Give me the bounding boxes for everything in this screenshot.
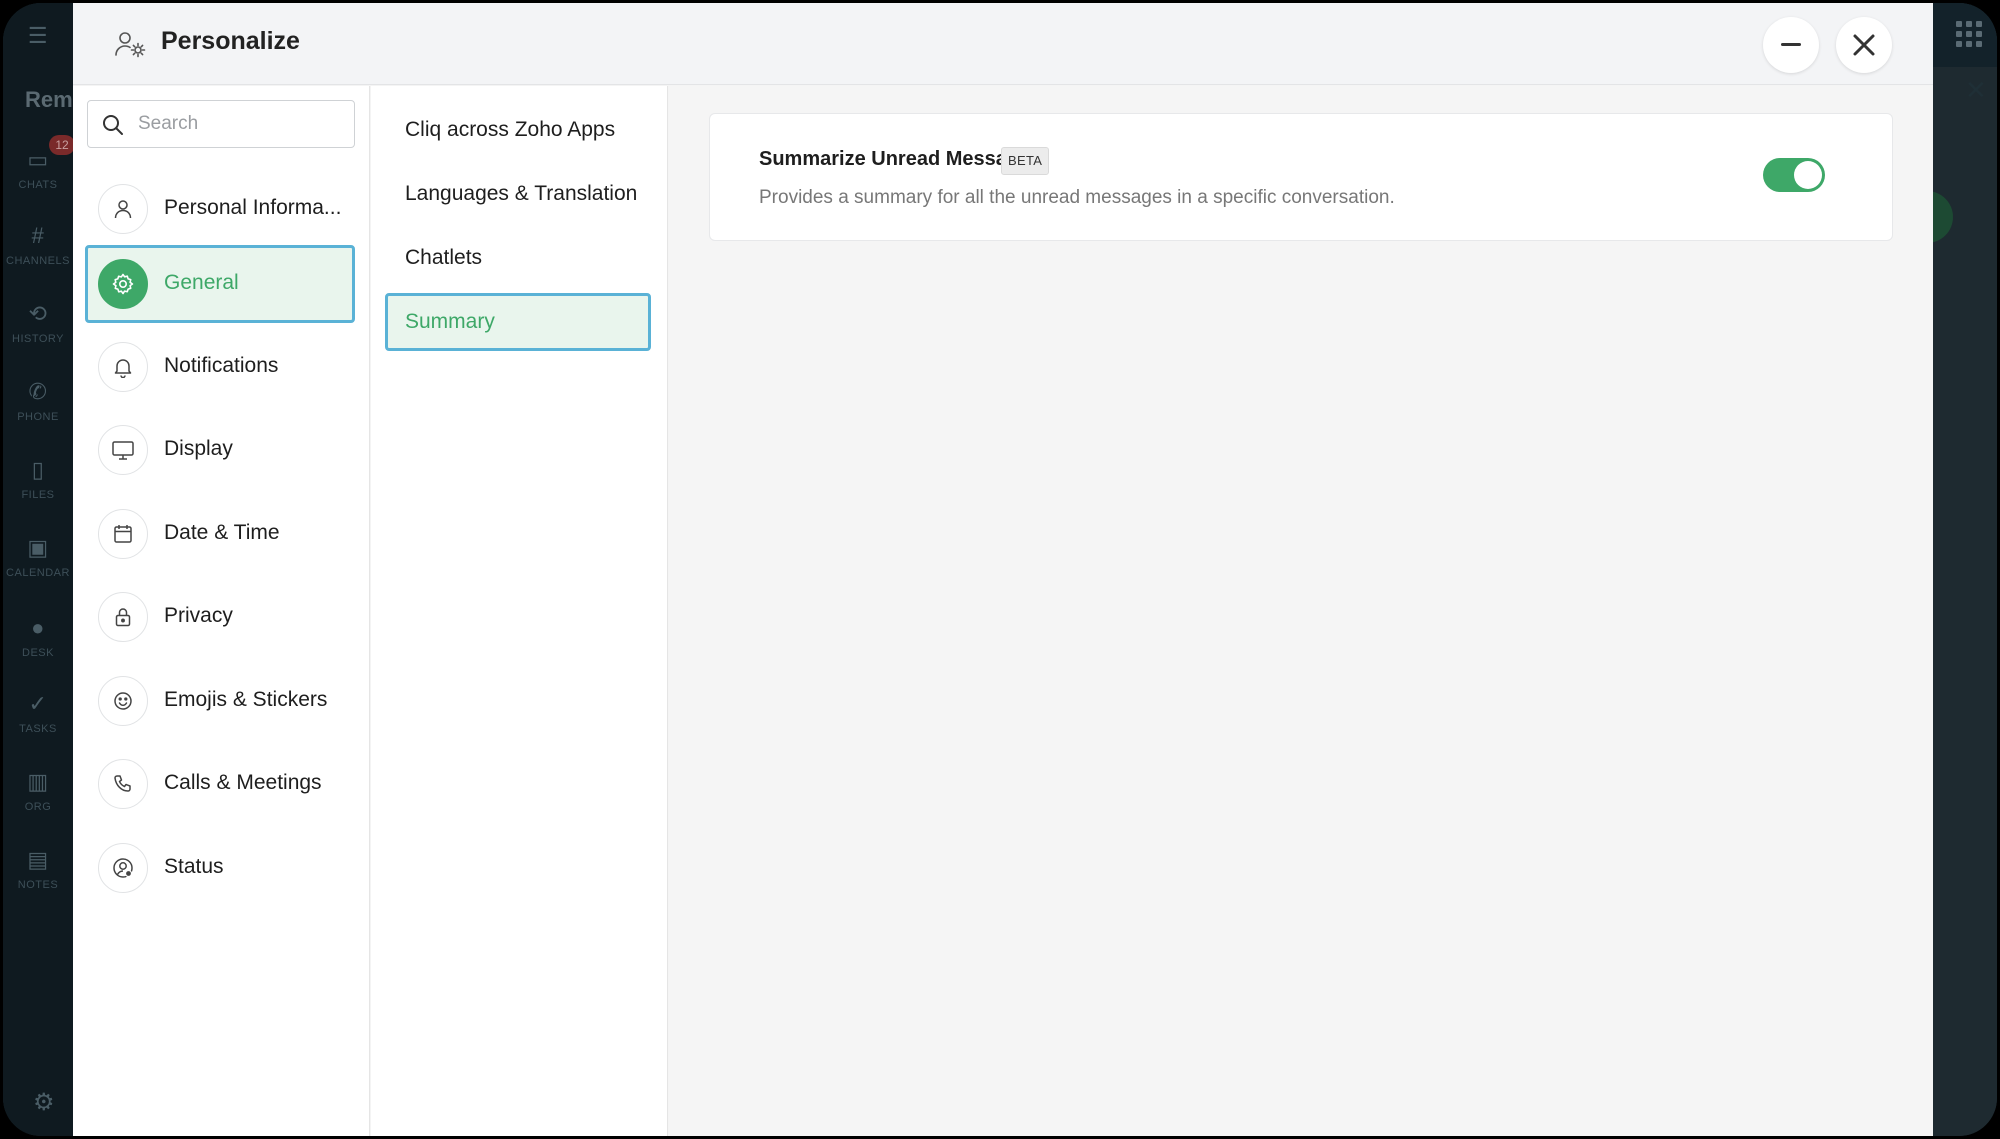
modal-title: Personalize <box>161 27 300 55</box>
nav-item-privacy[interactable]: Privacy <box>85 578 355 656</box>
search-box <box>87 100 355 148</box>
search-icon <box>103 115 123 135</box>
subnav-item-label: Summary <box>405 310 495 333</box>
settings-nav: Personal Informa... General Notification… <box>73 86 370 1136</box>
subnav-item-summary[interactable]: Summary <box>385 293 651 351</box>
beta-badge: BETA <box>1001 147 1050 175</box>
search-input[interactable] <box>138 111 338 137</box>
bell-icon <box>98 342 148 392</box>
personalize-modal: Personalize Personal Informa... <box>73 3 1933 1136</box>
subnav-item-label: Languages & Translation <box>405 182 638 205</box>
background-app-rail: ☰ Rem ▭ CHATS 12 # CHANNELS ⟲ HISTORY ✆ PHON… <box>3 3 75 1136</box>
setting-description: Provides a summary for all the unread me… <box>759 187 1395 208</box>
toggle-knob <box>1794 161 1822 189</box>
calendar-icon <box>98 509 148 559</box>
nav-item-label: Display <box>164 437 233 460</box>
background-app-right <box>1933 3 1997 1136</box>
rail-org: ▥ ORG <box>24 769 52 813</box>
apps-grid-icon <box>1956 21 1982 47</box>
rail-notes: ▤ NOTES <box>17 847 59 891</box>
user-status-icon <box>98 843 148 893</box>
nav-item-notifications[interactable]: Notifications <box>85 328 355 406</box>
modal-header: Personalize <box>73 3 1933 85</box>
setting-title: Summarize Unread Messages <box>759 148 1042 170</box>
subnav-item-chatlets[interactable]: Chatlets <box>385 229 651 287</box>
subnav-item-cliq-across-zoho-apps[interactable]: Cliq across Zoho Apps <box>385 101 651 159</box>
minus-icon <box>1781 43 1801 46</box>
summarize-toggle[interactable] <box>1763 158 1825 192</box>
nav-item-calls-meetings[interactable]: Calls & Meetings <box>85 745 355 823</box>
nav-item-label: Personal Informa... <box>164 196 342 219</box>
nav-item-label: Privacy <box>164 604 233 627</box>
rail-tasks: ✓ TASKS <box>19 691 57 735</box>
background-app-title: Rem <box>25 87 73 112</box>
subnav-item-label: Chatlets <box>405 246 483 269</box>
rail-desk: ● DESK <box>22 615 54 659</box>
nav-item-emojis-stickers[interactable]: Emojis & Stickers <box>85 662 355 740</box>
close-button[interactable] <box>1836 17 1892 73</box>
rail-phone: ✆ PHONE <box>17 379 59 423</box>
background-settings-icon: ⚙ <box>33 1089 55 1116</box>
nav-item-general[interactable]: General <box>85 245 355 323</box>
nav-item-display[interactable]: Display <box>85 411 355 489</box>
summarize-setting-card: Summarize Unread Messages BETA Provides … <box>709 113 1893 241</box>
personalize-icon <box>115 32 146 58</box>
nav-item-label: Notifications <box>164 354 279 377</box>
background-close-icon: ✕ <box>1965 75 1987 105</box>
menu-icon: ☰ <box>27 23 49 48</box>
user-icon <box>98 184 148 234</box>
rail-calendar: ▣ CALENDAR <box>6 535 70 579</box>
lock-icon <box>98 592 148 642</box>
minimize-button[interactable] <box>1763 17 1819 73</box>
rail-channels: # CHANNELS <box>6 223 70 267</box>
nav-item-label: Emojis & Stickers <box>164 688 328 711</box>
close-icon <box>1853 34 1875 56</box>
nav-item-label: Calls & Meetings <box>164 771 322 794</box>
monitor-icon <box>98 425 148 475</box>
subnav-item-label: Cliq across Zoho Apps <box>405 118 616 141</box>
rail-files: ▯ FILES <box>21 457 55 501</box>
screen-frame: ☰ Rem ▭ CHATS 12 # CHANNELS ⟲ HISTORY ✆ PHON… <box>3 3 1997 1136</box>
gear-icon <box>98 259 148 309</box>
nav-item-label: Date & Time <box>164 521 280 544</box>
nav-item-status[interactable]: Status <box>85 829 355 907</box>
chats-unread-badge: 12 <box>49 135 75 155</box>
settings-content: Summarize Unread Messages BETA Provides … <box>669 86 1933 1136</box>
smiley-icon <box>98 676 148 726</box>
nav-item-label: Status <box>164 855 224 878</box>
nav-item-date-time[interactable]: Date & Time <box>85 495 355 573</box>
general-subnav: Cliq across Zoho Apps Languages & Transl… <box>371 86 668 1136</box>
subnav-item-languages-translation[interactable]: Languages & Translation <box>385 165 651 223</box>
nav-item-personal-information[interactable]: Personal Informa... <box>85 170 355 248</box>
phone-icon <box>98 759 148 809</box>
nav-item-label: General <box>164 271 239 294</box>
rail-history: ⟲ HISTORY <box>12 301 64 345</box>
